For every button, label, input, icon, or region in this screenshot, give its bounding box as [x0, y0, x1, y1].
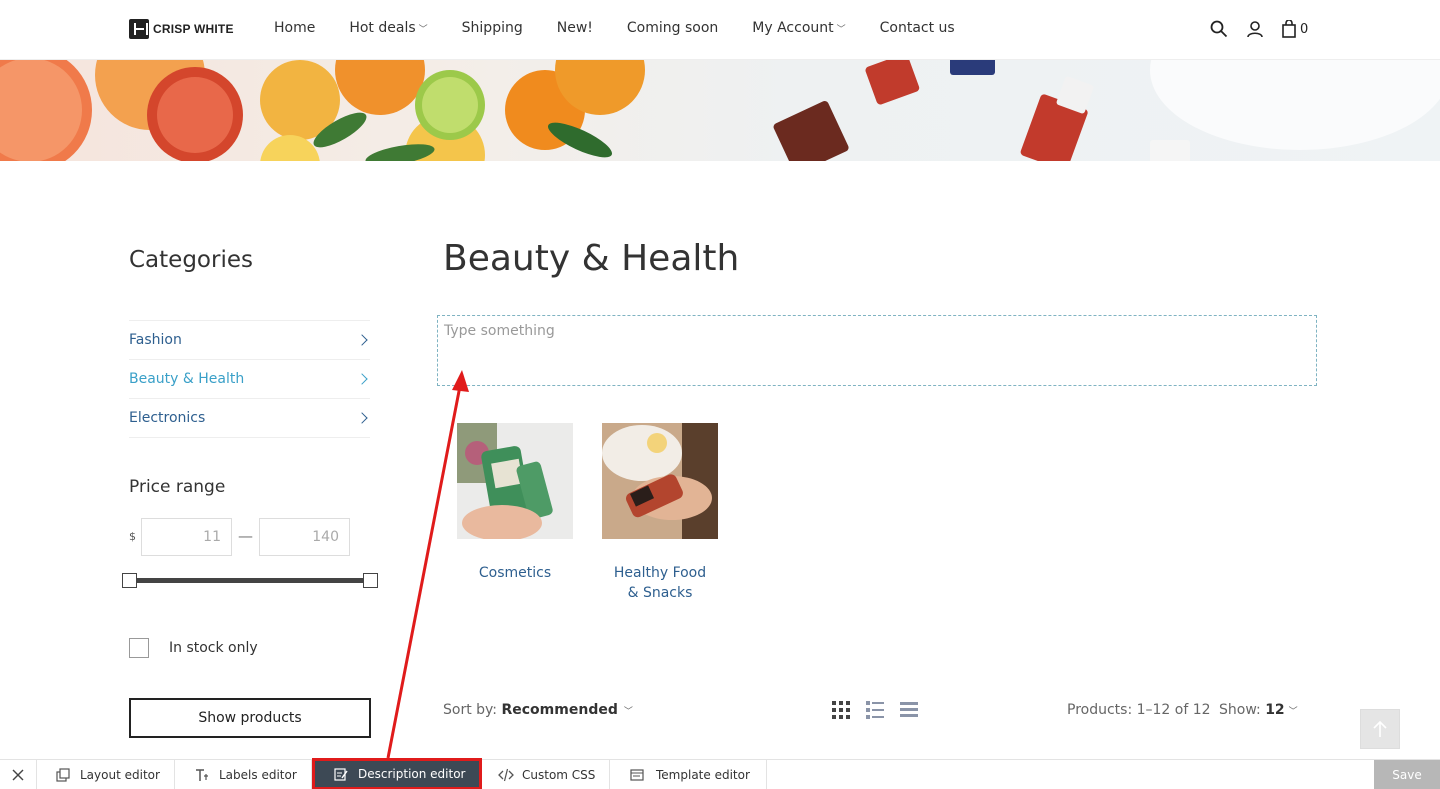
logo-mark-icon: [129, 19, 149, 39]
price-range-heading: Price range: [129, 477, 226, 497]
list-view-icon[interactable]: [866, 701, 884, 723]
page-title: Beauty & Health: [443, 238, 740, 279]
chevron-down-icon: ﹀: [836, 25, 846, 35]
site-header: CRISP WHITE Home Hot deals ﹀ Shipping New…: [0, 0, 1440, 60]
category-label: Fashion: [129, 332, 182, 348]
save-button[interactable]: Save: [1374, 760, 1440, 789]
sort-dropdown[interactable]: Sort by: Recommended ﹀: [443, 702, 633, 718]
nav-home[interactable]: Home: [274, 20, 315, 36]
sort-value[interactable]: Recommended: [501, 702, 617, 718]
chevron-right-icon: [356, 334, 368, 346]
toolbar-item-label: Description editor: [358, 767, 466, 781]
in-stock-label[interactable]: In stock only: [169, 640, 258, 656]
template-editor-button[interactable]: Template editor: [610, 760, 767, 789]
layout-icon: [56, 768, 70, 782]
subcategory-image[interactable]: [457, 423, 573, 539]
categories-heading: Categories: [129, 247, 253, 273]
nav-my-account[interactable]: My Account ﹀: [752, 20, 845, 36]
category-label: Beauty & Health: [129, 371, 245, 387]
logo-text: CRISP WHITE: [153, 22, 234, 36]
products-count: Products: 1–12 of 12: [1067, 702, 1211, 718]
chevron-down-icon: ﹀: [1288, 707, 1298, 717]
code-icon: [498, 768, 514, 782]
in-stock-checkbox[interactable]: [129, 638, 149, 658]
price-slider-track[interactable]: [129, 578, 370, 583]
layout-editor-button[interactable]: Layout editor: [37, 760, 175, 789]
custom-css-button[interactable]: Custom CSS: [482, 760, 610, 789]
per-page-dropdown[interactable]: Show: 12 ﹀: [1219, 702, 1298, 718]
chevron-down-icon: ﹀: [418, 25, 428, 35]
nav-new[interactable]: New!: [557, 20, 593, 36]
labels-editor-button[interactable]: Labels editor: [175, 760, 312, 789]
edit-icon: [334, 767, 348, 781]
price-slider-max-handle[interactable]: [363, 573, 378, 588]
nav-contact-us[interactable]: Contact us: [880, 20, 955, 36]
text-icon: [195, 768, 209, 782]
toolbar-item-label: Layout editor: [80, 768, 160, 782]
show-products-button[interactable]: Show products: [129, 698, 371, 738]
description-placeholder: Type something: [444, 323, 555, 339]
main-nav: Home Hot deals ﹀ Shipping New! Coming soo…: [274, 20, 989, 36]
category-label: Electronics: [129, 410, 206, 426]
view-mode-switcher: [832, 701, 934, 723]
chevron-right-icon: [356, 373, 368, 385]
price-max-input[interactable]: [259, 518, 350, 556]
toolbar-item-label: Template editor: [656, 768, 750, 782]
show-label: Show:: [1219, 702, 1261, 718]
category-item-beauty-health[interactable]: Beauty & Health: [129, 360, 370, 399]
show-value[interactable]: 12: [1265, 702, 1284, 718]
chevron-right-icon: [356, 412, 368, 424]
grid-view-icon[interactable]: [832, 701, 850, 723]
toolbar-item-label: Custom CSS: [522, 768, 596, 782]
nav-hot-deals[interactable]: Hot deals ﹀: [349, 20, 427, 36]
close-toolbar-button[interactable]: [0, 760, 37, 789]
editor-toolbar: Layout editor Labels editor Description …: [0, 758, 1440, 789]
nav-shipping[interactable]: Shipping: [462, 20, 523, 36]
search-icon[interactable]: [1210, 20, 1228, 38]
category-item-electronics[interactable]: Electronics: [129, 399, 370, 438]
user-icon[interactable]: [1246, 20, 1264, 38]
category-list: Fashion Beauty & Health Electronics: [129, 320, 370, 438]
cart-icon[interactable]: [1282, 20, 1296, 38]
category-item-fashion[interactable]: Fashion: [129, 321, 370, 360]
template-icon: [630, 768, 644, 782]
category-banner-image: [0, 60, 1440, 161]
description-editor-button[interactable]: Description editor: [312, 758, 482, 789]
currency-symbol: $: [129, 530, 136, 543]
subcategory-card-cosmetics[interactable]: Cosmetics: [457, 423, 573, 583]
price-dash: —: [238, 527, 253, 545]
logo[interactable]: CRISP WHITE: [129, 19, 234, 39]
close-icon: [12, 769, 24, 781]
chevron-down-icon: ﹀: [623, 707, 633, 717]
cart-count[interactable]: 0: [1300, 22, 1308, 37]
sort-label: Sort by:: [443, 702, 498, 718]
nav-coming-soon[interactable]: Coming soon: [627, 20, 718, 36]
toolbar-item-label: Labels editor: [219, 768, 297, 782]
subcategory-name[interactable]: Cosmetics: [457, 563, 573, 583]
back-to-top-button[interactable]: [1360, 709, 1400, 749]
subcategory-image[interactable]: [602, 423, 718, 539]
price-min-input[interactable]: [141, 518, 232, 556]
table-view-icon[interactable]: [900, 701, 918, 723]
subcategory-card-healthy-food[interactable]: Healthy Food & Snacks: [602, 423, 718, 603]
price-slider-min-handle[interactable]: [122, 573, 137, 588]
subcategory-name[interactable]: Healthy Food & Snacks: [602, 563, 718, 603]
description-editor-field[interactable]: Type something: [437, 315, 1317, 386]
arrow-up-icon: [1373, 720, 1387, 737]
